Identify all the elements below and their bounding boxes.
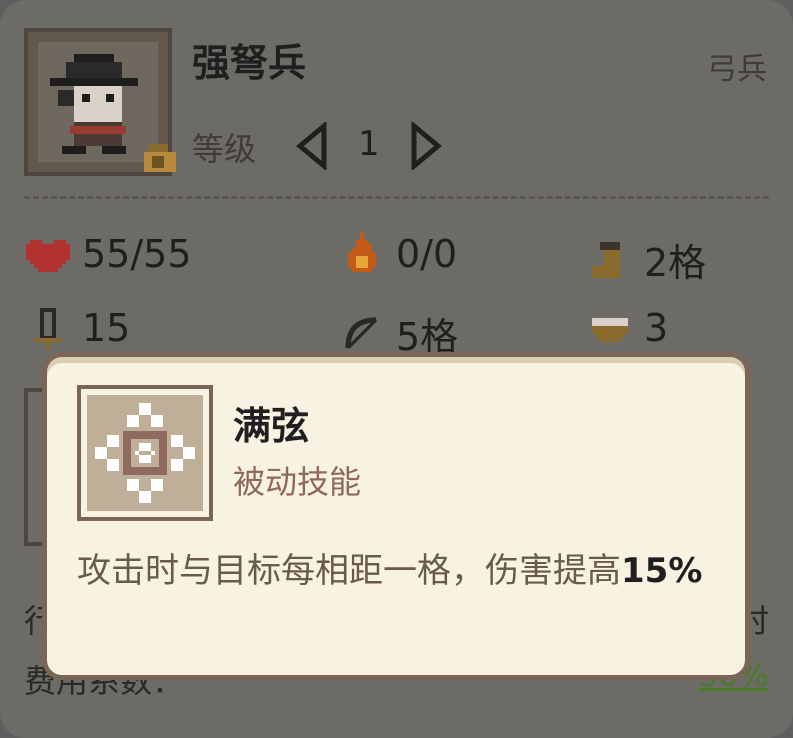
bowl-icon bbox=[588, 306, 632, 350]
stat-food: 3 bbox=[588, 306, 668, 350]
section-divider bbox=[24, 196, 769, 199]
skill-description-text: 攻击时与目标每相距一格，伤害提高 bbox=[77, 551, 621, 591]
boot-icon bbox=[588, 238, 632, 282]
unit-name: 强弩兵 bbox=[192, 41, 307, 85]
stat-mana: 0/0 bbox=[340, 232, 457, 276]
archer-class-icon bbox=[144, 144, 176, 172]
unit-class: 弓兵 bbox=[707, 52, 767, 87]
sword-icon bbox=[26, 306, 70, 350]
skill-description: 攻击时与目标每相距一格，伤害提高15% bbox=[77, 547, 717, 595]
stat-hp: 55/55 bbox=[26, 232, 192, 276]
skill-type: 被动技能 bbox=[233, 463, 362, 501]
skill-name: 满弦 bbox=[233, 404, 310, 448]
skill-tooltip: 满弦 被动技能 攻击时与目标每相距一格，伤害提高15% bbox=[42, 352, 750, 680]
triangle-right-icon bbox=[411, 120, 442, 172]
skill-icon-frame bbox=[77, 385, 213, 521]
full-draw-icon bbox=[87, 395, 203, 511]
bow-icon bbox=[340, 312, 384, 356]
heart-icon bbox=[26, 232, 70, 276]
level-value: 1 bbox=[358, 124, 380, 164]
skill-description-value: 15% bbox=[621, 551, 703, 591]
stat-attack: 15 bbox=[26, 306, 130, 350]
level-prev-button[interactable] bbox=[294, 120, 330, 179]
stat-food-value: 3 bbox=[644, 306, 669, 350]
stat-move-value: 2格 bbox=[644, 241, 707, 285]
triangle-left-icon bbox=[296, 120, 327, 172]
stat-move: 2格 bbox=[588, 232, 706, 287]
stat-hp-value: 55/55 bbox=[82, 232, 192, 276]
flame-icon bbox=[340, 232, 384, 276]
level-next-button[interactable] bbox=[408, 120, 444, 179]
stat-mana-value: 0/0 bbox=[396, 232, 458, 276]
level-label: 等级 bbox=[192, 130, 257, 168]
stat-attack-value: 15 bbox=[82, 306, 131, 350]
